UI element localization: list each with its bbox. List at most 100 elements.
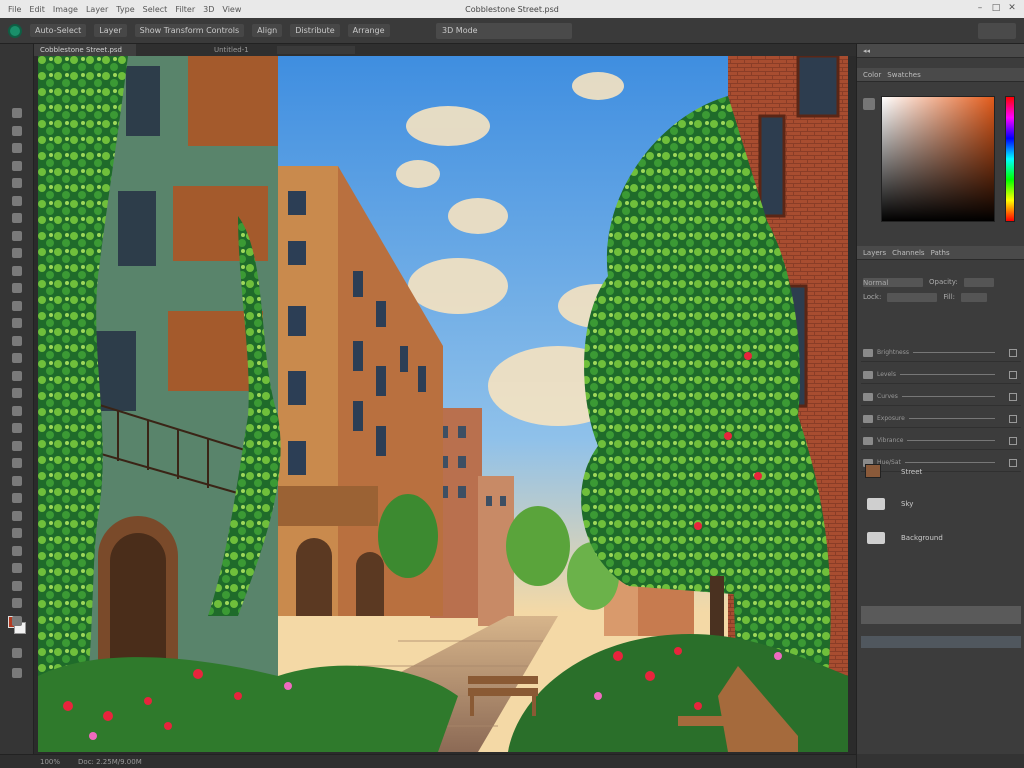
layer-name-street[interactable]: Street [901,468,922,476]
path-select-icon[interactable] [12,388,22,398]
tab-extra[interactable] [276,46,355,54]
adjustment-slider[interactable] [904,462,995,463]
sharpen-icon[interactable] [12,580,22,591]
note-icon[interactable] [12,475,22,486]
3d-icon[interactable] [12,510,22,521]
visibility-eye-icon[interactable] [863,370,873,379]
transform-controls-checkbox[interactable]: Show Transform Controls [134,24,245,37]
menu-layer[interactable]: Layer [86,5,108,14]
color-mode-icon[interactable] [863,98,875,110]
visibility-eye-icon[interactable] [863,414,873,423]
pen-icon[interactable] [12,353,22,363]
adjustment-slider[interactable] [901,396,995,397]
adjustment-row[interactable]: Hue/Sat [861,454,1021,472]
layer-mask-icon[interactable] [867,498,885,510]
tab-paths[interactable]: Paths [931,249,950,257]
visibility-eye-icon[interactable] [863,348,873,357]
color-picker-field[interactable] [881,96,995,222]
adjustment-row[interactable]: Levels [861,366,1021,384]
opacity-field[interactable] [963,277,994,287]
crop-icon[interactable] [12,178,22,188]
blur-icon[interactable] [12,318,22,328]
visibility-eye-icon[interactable] [863,436,873,445]
menu-view[interactable]: View [222,5,241,14]
workspace-button[interactable] [978,23,1016,39]
tab-document[interactable]: Cobblestone Street.psd @ 100% [34,44,136,66]
marquee-icon[interactable] [12,125,22,136]
history-brush-icon[interactable] [12,265,22,276]
document-canvas[interactable] [38,56,848,752]
quick-mask-icon[interactable] [12,648,22,658]
layer-row-selected[interactable] [861,606,1021,624]
adjustment-row[interactable]: Brightness [861,344,1021,362]
brush-icon[interactable] [12,230,22,241]
panel-collapse-icon[interactable]: ◂◂ [863,47,870,55]
hand-icon[interactable] [12,423,22,433]
tab-untitled[interactable]: Untitled-1 [214,46,249,54]
adjustment-checkbox[interactable] [1009,414,1017,423]
3d-mode-selector[interactable]: 3D Mode [436,23,572,39]
screen-mode-icon[interactable] [12,668,22,678]
sponge-icon[interactable] [12,563,22,573]
adjustment-slider[interactable] [908,418,995,419]
menu-filter[interactable]: Filter [175,5,195,14]
blend-mode-dropdown[interactable]: Normal [863,277,923,287]
menu-select[interactable]: Select [143,5,168,14]
clone-stamp-icon[interactable] [12,248,22,258]
count-icon[interactable] [12,493,22,503]
adjustment-slider[interactable] [912,352,995,353]
adjustment-slider[interactable] [899,374,995,375]
menu-edit[interactable]: Edit [29,5,45,14]
layer-mask-icon[interactable] [867,532,885,544]
fill-field[interactable] [961,292,988,302]
layer-row-active[interactable] [861,636,1021,648]
dodge-icon[interactable] [12,335,22,346]
smudge-icon[interactable] [12,545,22,556]
menu-3d[interactable]: 3D [203,5,214,14]
ruler-icon[interactable] [12,528,22,538]
close-button[interactable]: ✕ [1006,3,1018,14]
adjustment-row[interactable]: Exposure [861,410,1021,428]
rotate-view-icon[interactable] [12,458,22,468]
tab-channels[interactable]: Channels [892,249,924,257]
healing-icon[interactable] [12,213,22,223]
adjustment-row[interactable]: Curves [861,388,1021,406]
gradient-icon[interactable] [12,300,22,311]
shape-icon[interactable] [12,405,22,416]
zoom-icon[interactable] [12,440,22,451]
visibility-eye-icon[interactable] [863,392,873,401]
adjustment-checkbox[interactable] [1009,392,1017,401]
align-button[interactable]: Align [252,24,283,37]
move-icon[interactable] [12,108,22,118]
layer-name-sky[interactable]: Sky [901,500,913,508]
quick-select-icon[interactable] [12,160,22,171]
lasso-icon[interactable] [12,143,22,153]
maximize-button[interactable]: □ [990,3,1002,14]
tab-swatches[interactable]: Swatches [887,71,920,79]
adjustment-checkbox[interactable] [1009,436,1017,445]
burn-icon[interactable] [12,598,22,608]
paint-bucket-icon[interactable] [12,615,22,626]
minimize-button[interactable]: – [974,3,986,14]
hue-slider[interactable] [1005,96,1015,222]
tab-layers[interactable]: Layers [863,249,886,257]
layer-select-dropdown[interactable]: Layer [94,24,127,37]
type-icon[interactable] [12,370,22,381]
zoom-level[interactable]: 100% [40,758,60,766]
menu-file[interactable]: File [8,5,21,14]
auto-select-checkbox[interactable]: Auto-Select [30,24,87,37]
adjustment-row[interactable]: Vibrance [861,432,1021,450]
adjustment-slider[interactable] [907,440,995,441]
adjustment-checkbox[interactable] [1009,370,1017,379]
distribute-button[interactable]: Distribute [290,24,340,37]
tab-color[interactable]: Color [863,71,881,79]
adjustment-checkbox[interactable] [1009,458,1017,467]
adjustment-checkbox[interactable] [1009,348,1017,357]
eraser-icon[interactable] [12,283,22,293]
arrange-button[interactable]: Arrange [347,24,390,37]
menu-type[interactable]: Type [116,5,134,14]
menu-image[interactable]: Image [53,5,78,14]
lock-buttons[interactable] [887,292,938,302]
layer-name-background[interactable]: Background [901,534,943,542]
eyedropper-icon[interactable] [12,195,22,206]
